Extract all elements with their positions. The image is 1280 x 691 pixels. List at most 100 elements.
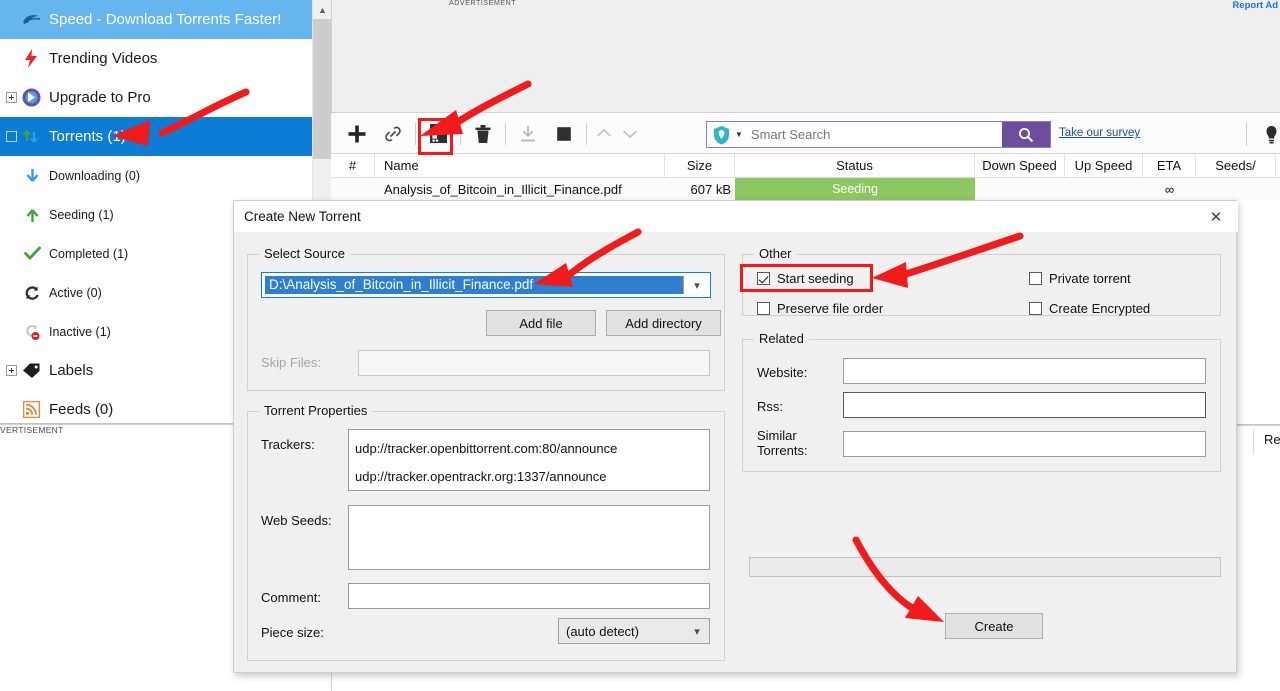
cell-seeds <box>1196 178 1276 200</box>
down-arrow-icon <box>22 166 42 186</box>
add-torrent-button[interactable] <box>339 116 375 152</box>
column-header-size[interactable]: Size <box>665 153 735 178</box>
add-file-button[interactable]: Add file <box>486 310 596 336</box>
search-submit-button[interactable] <box>1002 122 1050 147</box>
smart-search-box[interactable]: ▼ <box>706 121 1051 148</box>
dialog-title: Create New Torrent <box>244 209 361 224</box>
report-ad-link[interactable]: Report Ad <box>1232 0 1278 11</box>
toolbar-separator <box>415 122 416 145</box>
preserve-file-order-checkbox[interactable]: Preserve file order <box>757 301 883 316</box>
sidebar-item-upgrade-to-pro[interactable]: Upgrade to Pro <box>0 78 312 117</box>
create-button[interactable]: Create <box>945 613 1043 639</box>
sidebar-item-label: Inactive (1) <box>49 324 111 339</box>
column-header-index[interactable]: # <box>331 153 375 178</box>
refresh-icon <box>22 283 42 303</box>
detail-tab-result[interactable]: Res <box>1264 432 1280 447</box>
create-encrypted-label: Create Encrypted <box>1049 301 1151 316</box>
web-seeds-textarea[interactable] <box>348 505 710 570</box>
comment-label: Comment: <box>261 590 321 605</box>
add-directory-label: Add directory <box>625 315 702 331</box>
detail-tab-divider <box>1253 428 1254 454</box>
website-input[interactable] <box>843 358 1206 384</box>
remove-torrent-button[interactable] <box>465 116 501 152</box>
tracker-line: udp://tracker.opentrackr.org:1337/announ… <box>355 469 607 484</box>
sidebar-item-trending-videos[interactable]: Trending Videos <box>0 39 312 78</box>
rss-icon <box>20 400 42 420</box>
create-new-torrent-button[interactable] <box>420 116 456 152</box>
expander-toggle-icon[interactable] <box>6 131 17 142</box>
add-directory-button[interactable]: Add directory <box>606 310 721 336</box>
comment-input[interactable] <box>348 583 710 609</box>
chevron-down-icon[interactable]: ▾ <box>684 279 710 292</box>
sidebar-advertisement-label: VERTISEMENT <box>0 425 64 435</box>
settings-overflow-icon[interactable] <box>1263 125 1280 149</box>
related-group: Related Website: Rss: Similar Torrents: <box>742 331 1221 472</box>
add-file-label: Add file <box>519 315 563 331</box>
similar-torrents-label: Similar Torrents: <box>757 428 808 458</box>
search-icon <box>1019 127 1034 142</box>
similar-torrents-input[interactable] <box>843 431 1206 457</box>
move-up-button[interactable] <box>591 118 617 150</box>
source-path-combobox[interactable]: D:\Analysis_of_Bitcoin_in_Illicit_Financ… <box>261 272 711 298</box>
expander-toggle-icon[interactable] <box>6 92 17 103</box>
column-header-up-speed[interactable]: Up Speed <box>1065 153 1143 178</box>
search-shield-icon <box>707 125 735 145</box>
stop-square-icon <box>557 126 571 141</box>
private-torrent-checkbox[interactable]: Private torrent <box>1029 271 1131 286</box>
sidebar-item-torrents[interactable]: Torrents (1) <box>0 117 312 156</box>
sidebar-item-speed[interactable]: Speed - Download Torrents Faster! <box>0 0 312 39</box>
stop-torrent-button[interactable] <box>546 116 582 152</box>
trackers-textarea[interactable]: udp://tracker.openbittorrent.com:80/anno… <box>348 429 710 491</box>
create-encrypted-checkbox[interactable]: Create Encrypted <box>1029 301 1150 316</box>
scroll-up-arrow-icon[interactable]: ▲ <box>313 0 332 19</box>
start-torrent-button[interactable] <box>510 116 546 152</box>
column-header-status[interactable]: Status <box>735 153 975 178</box>
start-seeding-label: Start seeding <box>777 271 854 286</box>
cell-down-speed <box>975 178 1065 200</box>
sidebar-item-label: Trending Videos <box>49 50 158 67</box>
scrollbar-thumb[interactable] <box>313 19 332 159</box>
column-header-down-speed[interactable]: Down Speed <box>975 153 1065 178</box>
column-header-seeds[interactable]: Seeds/ <box>1196 153 1276 178</box>
torrent-properties-label: Torrent Properties <box>259 403 373 418</box>
inactive-icon <box>22 322 42 342</box>
cell-index <box>331 178 375 200</box>
table-row[interactable]: Analysis_of_Bitcoin_in_Illicit_Finance.p… <box>331 178 1280 200</box>
piece-size-label: Piece size: <box>261 625 324 640</box>
piece-size-value: (auto detect) <box>566 623 639 639</box>
checkbox-box[interactable] <box>1029 272 1042 285</box>
chevron-down-icon[interactable]: ▾ <box>685 625 709 638</box>
rss-input[interactable] <box>843 392 1206 418</box>
start-seeding-checkbox[interactable]: Start seeding <box>757 271 854 286</box>
add-torrent-from-url-button[interactable] <box>375 116 411 152</box>
expander-toggle-icon[interactable] <box>6 365 17 376</box>
skip-files-input[interactable] <box>358 350 710 376</box>
search-input[interactable] <box>748 126 1002 143</box>
select-source-group: Select Source D:\Analysis_of_Bitcoin_in_… <box>247 246 725 391</box>
rss-label: Rss: <box>757 399 783 414</box>
search-dropdown-caret-icon[interactable]: ▼ <box>735 130 743 139</box>
sidebar-item-label: Active (0) <box>49 285 102 300</box>
checkbox-box[interactable] <box>757 302 770 315</box>
create-button-label: Create <box>974 618 1014 634</box>
creation-progress-bar <box>749 557 1221 577</box>
move-down-button[interactable] <box>617 118 643 150</box>
cell-name: Analysis_of_Bitcoin_in_Illicit_Finance.p… <box>384 181 622 197</box>
transfer-arrows-icon <box>20 127 42 147</box>
column-header-eta[interactable]: ETA <box>1143 153 1196 178</box>
cell-size: 607 kB <box>690 181 731 197</box>
take-our-survey-link[interactable]: Take our survey <box>1059 127 1140 139</box>
checkbox-box[interactable] <box>757 272 770 285</box>
close-icon[interactable]: ✕ <box>1194 201 1238 232</box>
preserve-file-order-label: Preserve file order <box>777 301 884 316</box>
skip-files-label: Skip Files: <box>261 355 321 370</box>
trackers-label: Trackers: <box>261 437 315 452</box>
create-new-torrent-dialog: Create New Torrent ✕ Select Source D:\An… <box>233 200 1238 673</box>
tracker-line: udp://tracker.openbittorrent.com:80/anno… <box>355 441 618 456</box>
piece-size-combobox[interactable]: (auto detect) ▾ <box>558 618 710 644</box>
sidebar-item-downloading[interactable]: Downloading (0) <box>0 156 312 195</box>
column-header-name[interactable]: Name <box>375 153 665 178</box>
similar-torrents-label-line1: Similar <box>757 428 797 443</box>
checkbox-box[interactable] <box>1029 302 1042 315</box>
sidebar-item-label: Torrents (1) <box>49 128 126 145</box>
